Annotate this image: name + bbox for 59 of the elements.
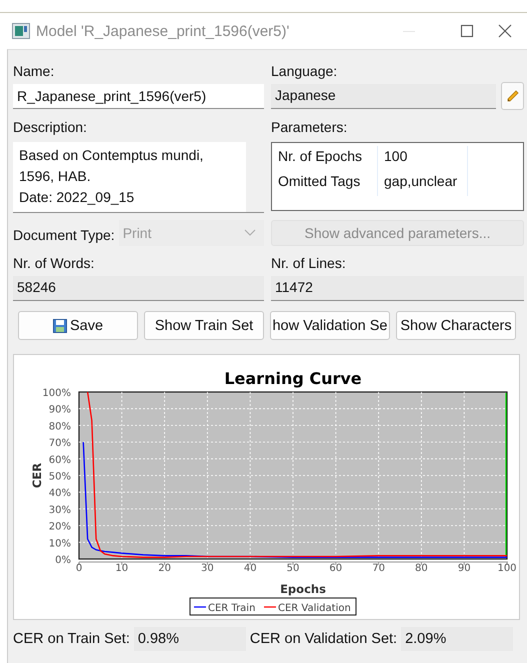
stat-label: CER on Train Set:	[13, 631, 131, 647]
tick-label: 80%	[48, 421, 71, 432]
edit-button[interactable]	[501, 82, 524, 110]
tick-label: 0	[76, 563, 82, 574]
language-field[interactable]: Japanese	[271, 84, 496, 109]
legend-label: CER Validation	[278, 603, 351, 614]
stat-value: 0.98%	[134, 627, 246, 651]
lines-field[interactable]: 11472	[271, 276, 524, 301]
tick-label: 80	[415, 563, 428, 574]
tick-label: 50%	[48, 472, 71, 482]
tick-label: 10	[115, 563, 128, 574]
description-field[interactable]: Based on Contemptus mundi, 1596, HAB. Date: 2022_09_15	[13, 142, 264, 213]
chevron-icon	[244, 229, 256, 237]
action-button[interactable]: Show Train Set	[144, 311, 264, 340]
stat-value: 2.09%	[401, 627, 514, 651]
tick-label: 30	[201, 563, 214, 574]
legend-label: CER Train	[208, 603, 256, 614]
field-label: Nr. of Words:	[13, 254, 94, 273]
tick-label: 20	[158, 563, 171, 574]
axis-title: CER	[30, 462, 44, 488]
save-button[interactable]: Save	[18, 311, 138, 340]
table-cell: Nr. of Epochs	[272, 146, 378, 171]
table-cell: Omitted Tags	[272, 171, 378, 196]
tick-label: 30%	[48, 504, 71, 516]
field-label: Name:	[13, 62, 54, 81]
tick-label: 90	[458, 563, 471, 574]
tick-label: 0%	[55, 555, 71, 566]
name-field[interactable]: R_Japanese_print_1596(ver5)	[13, 84, 264, 109]
field-label: Nr. of Lines:	[271, 254, 346, 273]
words-field[interactable]: 58246	[13, 276, 264, 301]
field-label: Language:	[271, 62, 338, 81]
tick-label: 70	[372, 563, 385, 574]
table-cell: 100	[378, 146, 468, 171]
tick-label: 70%	[48, 438, 71, 450]
description-text: Based on Contemptus mundi, 1596, HAB. Date: 2022_09_15	[18, 146, 204, 207]
action-button[interactable]: Show Characters	[396, 311, 516, 340]
tick-label: 100	[497, 563, 517, 574]
app-icon	[12, 23, 30, 39]
field-label: Description:	[13, 118, 87, 137]
field-label: Document Type:	[13, 226, 115, 245]
maximize-icon[interactable]	[459, 23, 475, 39]
pencil-icon	[504, 88, 520, 104]
field-label: Parameters:	[271, 118, 348, 137]
window-title: Model 'R_Japanese_print_1596(ver5)'	[36, 22, 290, 40]
tick-label: 10%	[48, 538, 71, 550]
tick-label: 60%	[48, 454, 71, 466]
tick-label: 40%	[48, 488, 71, 500]
tick-label: 90%	[48, 404, 71, 416]
chart-title: Learning Curve	[224, 369, 362, 388]
axis-title: Epochs	[280, 582, 326, 596]
tick-label: 20%	[48, 522, 71, 533]
tick-label: 100%	[42, 388, 71, 399]
table-cell: gap,unclear	[378, 171, 468, 196]
tick-label: 50	[286, 563, 300, 574]
action-button[interactable]: how Validation Se	[270, 311, 390, 340]
stat-label: CER on Validation Set:	[250, 631, 398, 647]
close-icon[interactable]	[497, 23, 513, 39]
tick-label: 40	[244, 563, 257, 574]
tick-label: 60	[329, 563, 342, 574]
